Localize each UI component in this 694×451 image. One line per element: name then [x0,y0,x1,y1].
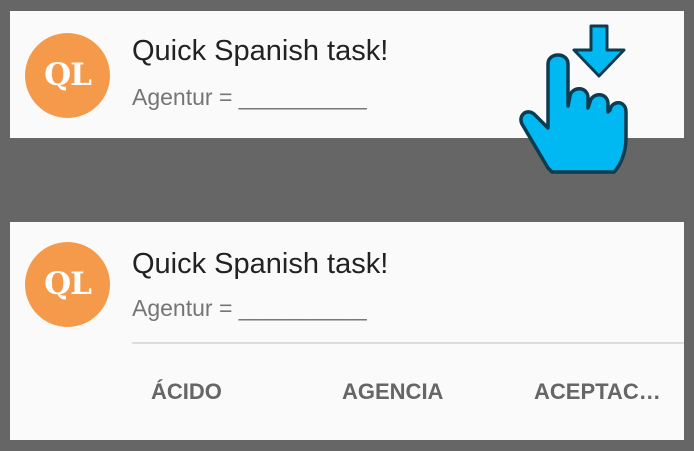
notification-body: Agentur = __________ [132,295,367,321]
action-button-acido[interactable]: ÁCIDO [151,379,222,405]
app-icon: QL [25,242,110,327]
action-button-agencia[interactable]: AGENCIA [342,379,443,405]
app-icon-text: QL [44,265,92,302]
notification-body: Agentur = __________ [132,84,367,110]
app-icon: QL [25,33,110,118]
swipe-down-hand-icon [519,24,628,174]
notification-title: Quick Spanish task! [132,35,389,67]
action-button-aceptac[interactable]: ACEPTAC… [534,379,661,405]
notification-title: Quick Spanish task! [132,248,389,280]
notification-actions: ÁCIDO AGENCIA ACEPTAC… [132,344,684,440]
notification-expanded[interactable]: QL Quick Spanish task! Agentur = _______… [10,222,684,440]
app-icon-text: QL [44,56,92,93]
